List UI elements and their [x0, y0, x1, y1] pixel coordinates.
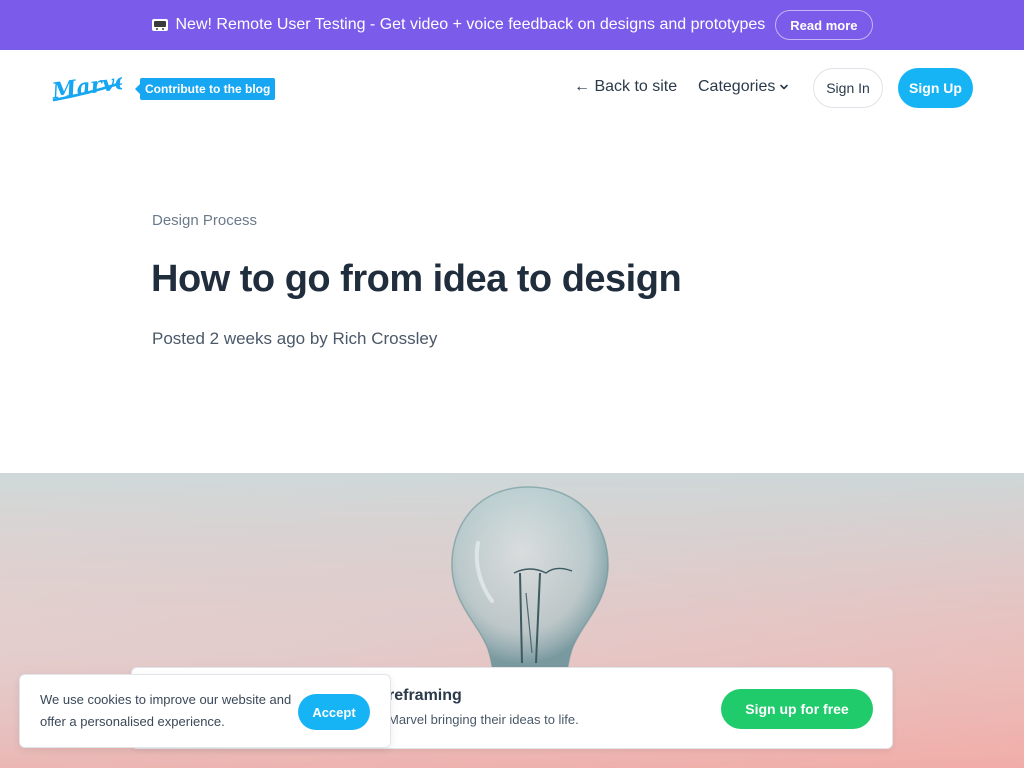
contribute-badge[interactable]: Contribute to the blog	[134, 78, 276, 100]
promo-subtitle: Marvel bringing their ideas to life.	[388, 712, 579, 727]
site-header: Marvel Contribute to the blog ← Back to …	[0, 50, 1024, 126]
cookie-text: We use cookies to improve our website an…	[40, 692, 292, 729]
article-category[interactable]: Design Process	[152, 212, 257, 229]
promo-title: reframing	[388, 687, 462, 704]
accept-cookies-button[interactable]: Accept	[298, 694, 370, 730]
announcement-bar: New! Remote User Testing - Get video + v…	[0, 0, 1024, 50]
video-camera-icon	[152, 19, 169, 31]
sign-up-button[interactable]: Sign Up	[898, 68, 973, 108]
chevron-down-icon	[780, 84, 789, 90]
article-title: How to go from idea to design	[151, 258, 682, 300]
cookie-banner: We use cookies to improve our website an…	[19, 674, 391, 748]
article-byline: Posted 2 weeks ago by Rich Crossley	[152, 329, 438, 348]
sign-up-for-free-button[interactable]: Sign up for free	[721, 689, 873, 729]
marvel-logo[interactable]: Marvel	[50, 70, 122, 104]
categories-label: Categories	[698, 78, 776, 95]
back-to-site-link[interactable]: ← Back to site	[574, 78, 677, 96]
categories-dropdown[interactable]: Categories	[698, 78, 789, 96]
sign-in-button[interactable]: Sign In	[813, 68, 883, 108]
announcement-text: New! Remote User Testing - Get video + v…	[175, 16, 766, 33]
read-more-button[interactable]: Read more	[775, 10, 873, 40]
